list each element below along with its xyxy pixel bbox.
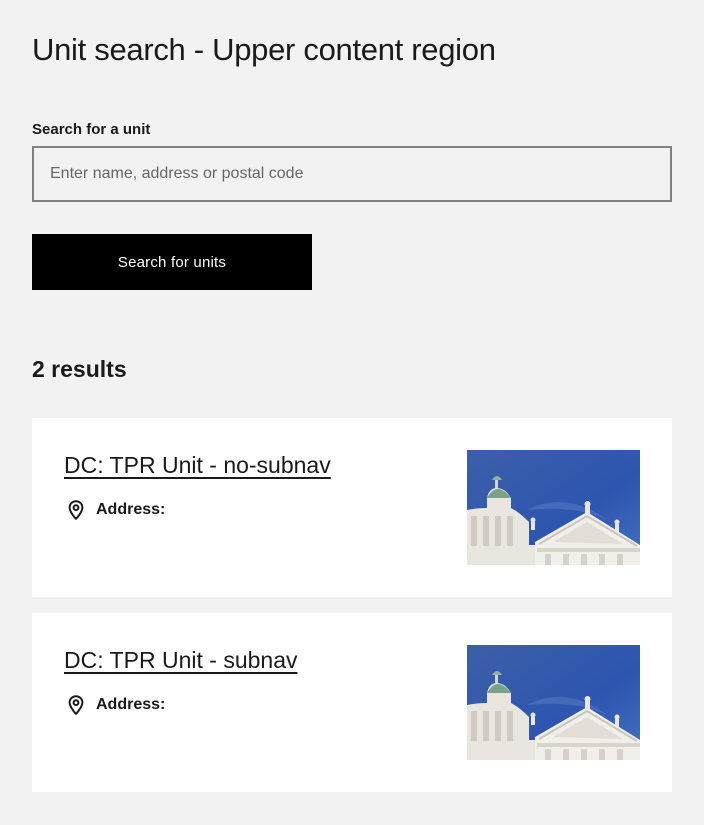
page-title: Unit search - Upper content region — [32, 32, 496, 67]
unit-image — [467, 645, 640, 760]
result-title-link[interactable]: DC: TPR Unit - subnav — [64, 645, 297, 675]
unit-image — [467, 450, 640, 565]
result-card: DC: TPR Unit - subnav Address: — [32, 613, 672, 792]
search-input[interactable] — [32, 146, 672, 202]
search-label: Search for a unit — [32, 121, 151, 138]
result-card: DC: TPR Unit - no-subnav Address: — [32, 418, 672, 597]
address-label: Address: — [96, 501, 166, 518]
location-pin-icon — [64, 693, 88, 717]
result-address: Address: — [64, 498, 165, 522]
result-address: Address: — [64, 693, 165, 717]
results-count: 2 results — [32, 356, 127, 382]
address-label: Address: — [96, 696, 166, 713]
location-pin-icon — [64, 498, 88, 522]
search-button[interactable]: Search for units — [32, 234, 312, 290]
result-title-link[interactable]: DC: TPR Unit - no-subnav — [64, 450, 331, 480]
